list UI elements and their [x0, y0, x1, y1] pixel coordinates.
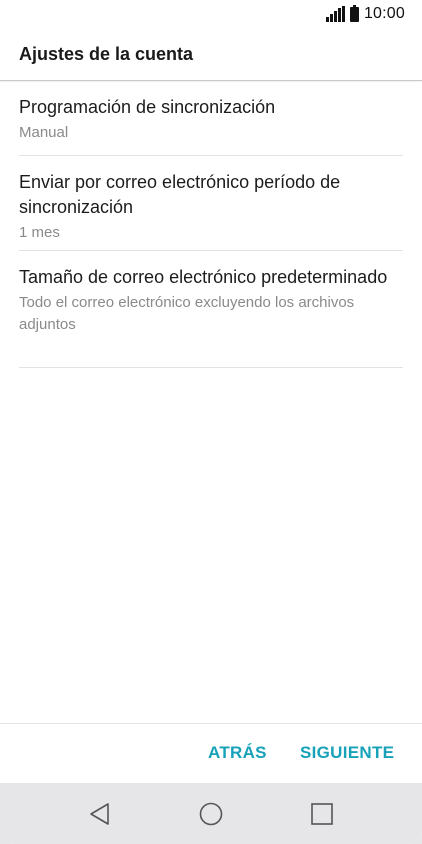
status-time: 10:00: [363, 5, 405, 22]
footer-bar: ATRÁS SIGUIENTE: [0, 723, 422, 784]
status-bar: 10:00: [0, 0, 422, 30]
back-button[interactable]: ATRÁS: [208, 743, 267, 763]
setting-email-sync-period[interactable]: Enviar por correo electrónico período de…: [19, 156, 403, 251]
screen: 10:00 Ajustes de la cuenta Programación …: [0, 0, 422, 844]
signal-icon: [325, 6, 345, 22]
setting-value: 1 mes: [19, 224, 60, 241]
settings-list: Programación de sincronización Manual En…: [19, 82, 403, 368]
recent-apps-square-icon[interactable]: [309, 801, 335, 827]
back-triangle-icon[interactable]: [88, 801, 114, 827]
setting-value: Todo el correo electrónico excluyendo lo…: [19, 294, 355, 333]
setting-value: Manual: [19, 124, 69, 141]
page-title: Ajustes de la cuenta: [19, 44, 194, 64]
next-button[interactable]: SIGUIENTE: [300, 743, 394, 763]
home-circle-icon[interactable]: [198, 801, 224, 827]
setting-title: Enviar por correo electrónico período de…: [19, 172, 341, 217]
setting-title: Programación de sincronización: [19, 97, 276, 117]
app-header: Ajustes de la cuenta: [0, 30, 422, 81]
setting-title: Tamaño de correo electrónico predetermin…: [19, 267, 388, 287]
system-nav-bar: [0, 783, 422, 844]
setting-sync-schedule[interactable]: Programación de sincronización Manual: [19, 82, 403, 156]
setting-email-size[interactable]: Tamaño de correo electrónico predetermin…: [19, 251, 403, 368]
battery-icon: [349, 4, 359, 22]
status-icons: 10:00: [325, 4, 405, 23]
